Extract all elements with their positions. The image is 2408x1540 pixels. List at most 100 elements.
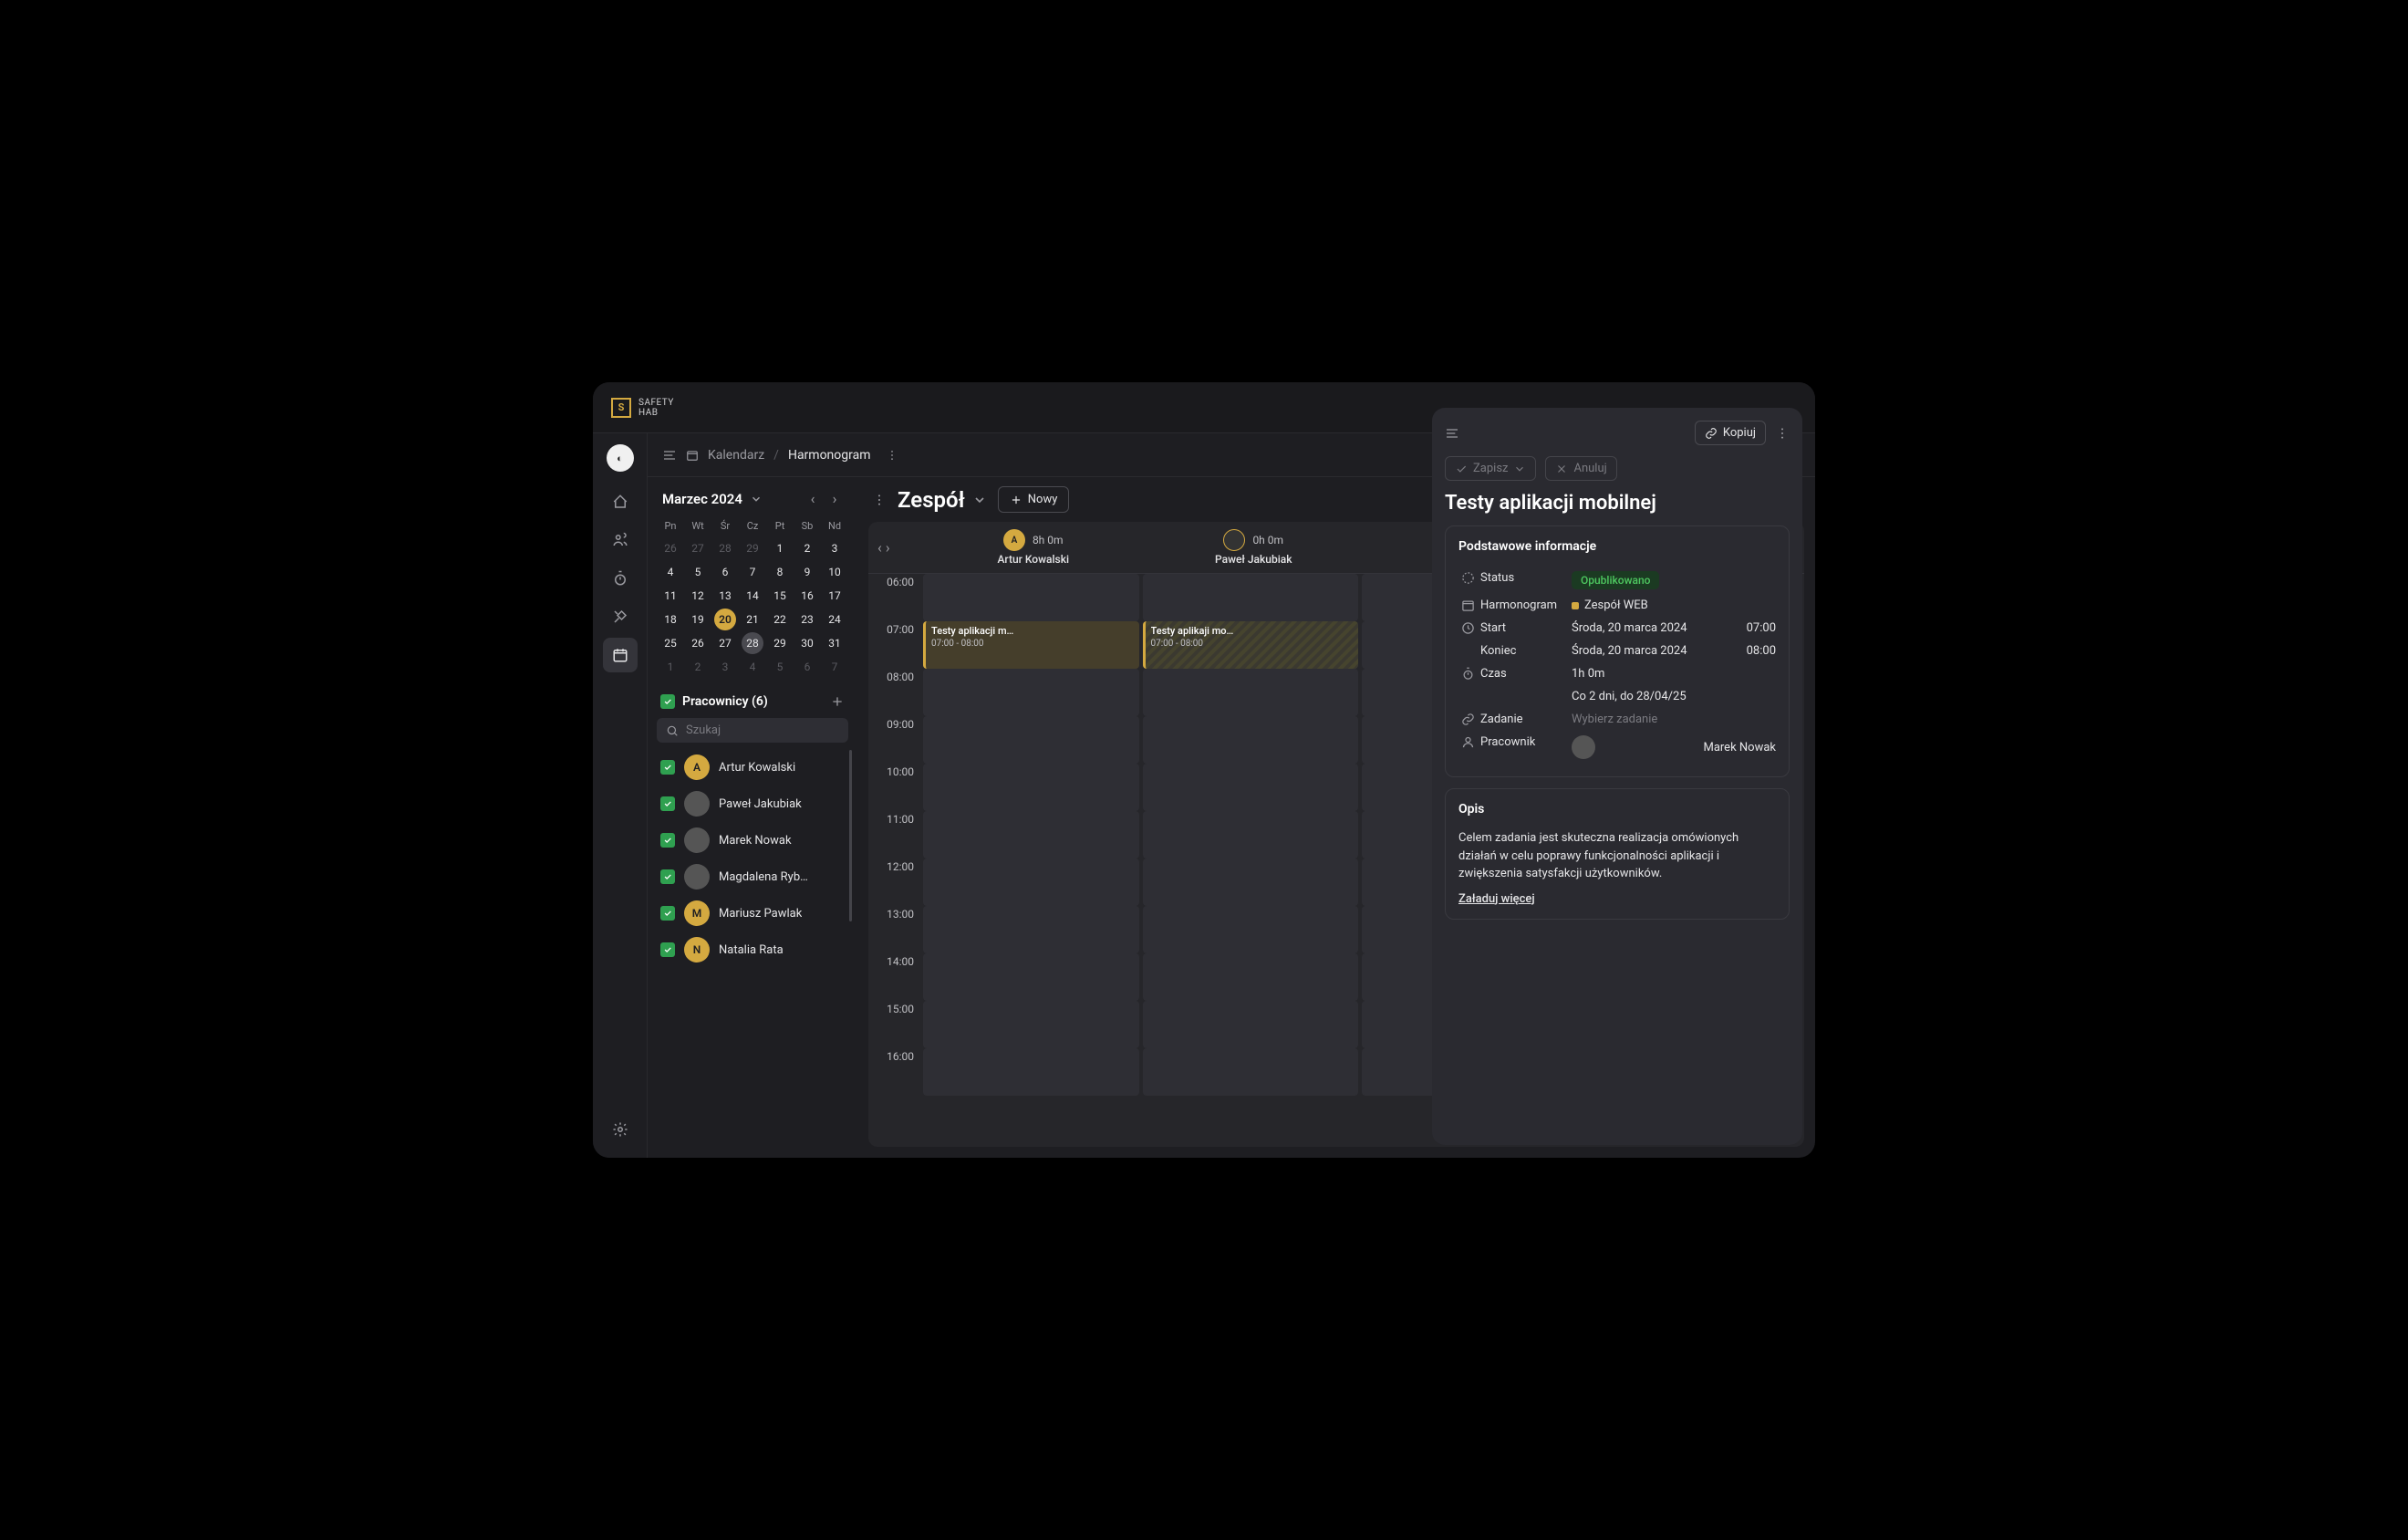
nav-tools-icon[interactable] (603, 599, 638, 634)
breadcrumb-item-1[interactable]: Kalendarz (708, 448, 764, 463)
calendar-day[interactable]: 7 (824, 656, 846, 678)
month-dropdown-icon[interactable] (750, 493, 763, 505)
time-cell[interactable] (1143, 1001, 1359, 1048)
time-cell[interactable] (923, 811, 1139, 858)
save-button[interactable]: Zapisz (1445, 456, 1536, 481)
calendar-day[interactable]: 3 (824, 537, 846, 559)
calendar-day[interactable]: 15 (769, 585, 791, 607)
time-cell[interactable] (1143, 574, 1359, 621)
task-placeholder[interactable]: Wybierz zadanie (1572, 713, 1776, 726)
time-cell[interactable] (923, 574, 1139, 621)
employee-checkbox[interactable] (660, 906, 675, 921)
calendar-day[interactable]: 13 (714, 585, 736, 607)
view-dropdown-icon[interactable] (972, 493, 987, 507)
employee-checkbox[interactable] (660, 833, 675, 848)
calendar-day[interactable]: 26 (659, 537, 681, 559)
calendar-day[interactable]: 24 (824, 609, 846, 630)
calendar-day[interactable]: 1 (659, 656, 681, 678)
employee-checkbox[interactable] (660, 869, 675, 884)
calendar-day[interactable]: 6 (796, 656, 818, 678)
calendar-day[interactable]: 5 (769, 656, 791, 678)
nav-settings-icon[interactable] (603, 1112, 638, 1147)
employee-checkbox[interactable] (660, 942, 675, 957)
calendar-day[interactable]: 28 (742, 632, 763, 654)
month-prev-icon[interactable]: ‹ (804, 490, 821, 507)
schedule-event[interactable]: Testy aplikacji m…07:00 - 08:00 (923, 621, 1139, 669)
employee-row[interactable]: Paweł Jakubiak (657, 786, 848, 821)
time-cell[interactable] (1143, 953, 1359, 1001)
nav-people-icon[interactable] (603, 523, 638, 557)
time-cell[interactable] (923, 953, 1139, 1001)
employee-row[interactable]: Magdalena Ryb… (657, 859, 848, 894)
panel-more-icon[interactable] (1775, 426, 1790, 441)
schedule-menu-icon[interactable] (872, 493, 887, 507)
cancel-button[interactable]: Anuluj (1545, 456, 1616, 481)
calendar-day[interactable]: 30 (796, 632, 818, 654)
nav-calendar-icon[interactable] (603, 638, 638, 672)
employee-row[interactable]: NNatalia Rata (657, 932, 848, 967)
nav-timer-icon[interactable] (603, 561, 638, 596)
time-cell[interactable] (923, 906, 1139, 953)
time-cell[interactable] (923, 858, 1139, 906)
schedule-event[interactable]: Testy aplikaji mo…07:00 - 08:00 (1143, 621, 1359, 669)
calendar-day[interactable]: 5 (687, 561, 709, 583)
employees-checkbox-all[interactable] (660, 694, 675, 709)
calendar-day[interactable]: 27 (687, 537, 709, 559)
time-cell[interactable] (923, 1001, 1139, 1048)
calendar-day[interactable]: 14 (742, 585, 763, 607)
employee-search-input[interactable] (686, 723, 839, 737)
calendar-day[interactable]: 25 (659, 632, 681, 654)
time-cell[interactable]: Testy aplikacji m…07:00 - 08:00 (923, 621, 1139, 669)
calendar-day[interactable]: 22 (769, 609, 791, 630)
new-button[interactable]: Nowy (998, 486, 1070, 513)
sidebar-toggle-icon[interactable] (662, 448, 677, 463)
time-cell[interactable] (923, 669, 1139, 716)
calendar-day[interactable]: 1 (769, 537, 791, 559)
calendar-day[interactable]: 6 (714, 561, 736, 583)
calendar-day[interactable]: 4 (742, 656, 763, 678)
calendar-day[interactable]: 4 (659, 561, 681, 583)
panel-collapse-icon[interactable] (1445, 426, 1459, 441)
nav-home-icon[interactable] (603, 484, 638, 519)
time-cell[interactable] (1143, 716, 1359, 764)
calendar-day[interactable]: 27 (714, 632, 736, 654)
calendar-day[interactable]: 18 (659, 609, 681, 630)
time-cell[interactable] (1143, 1048, 1359, 1096)
calendar-day[interactable]: 28 (714, 537, 736, 559)
calendar-day[interactable]: 17 (824, 585, 846, 607)
grid-prev-icon[interactable]: ‹ (877, 539, 882, 557)
time-cell[interactable] (923, 764, 1139, 811)
calendar-day[interactable]: 26 (687, 632, 709, 654)
time-cell[interactable]: Testy aplikaji mo…07:00 - 08:00 (1143, 621, 1359, 669)
time-cell[interactable] (1143, 669, 1359, 716)
employee-row[interactable]: Marek Nowak (657, 823, 848, 858)
employee-search[interactable] (657, 718, 848, 743)
calendar-day[interactable]: 29 (769, 632, 791, 654)
month-next-icon[interactable]: › (826, 490, 843, 507)
calendar-day[interactable]: 9 (796, 561, 818, 583)
time-cell[interactable] (1143, 906, 1359, 953)
time-cell[interactable] (1143, 764, 1359, 811)
employee-checkbox[interactable] (660, 796, 675, 811)
employee-checkbox[interactable] (660, 760, 675, 775)
time-cell[interactable] (923, 716, 1139, 764)
calendar-day[interactable]: 29 (742, 537, 763, 559)
time-cell[interactable] (1143, 811, 1359, 858)
calendar-day[interactable]: 11 (659, 585, 681, 607)
copy-button[interactable]: Kopiuj (1695, 421, 1766, 445)
calendar-day[interactable]: 3 (714, 656, 736, 678)
calendar-day[interactable]: 19 (687, 609, 709, 630)
employee-row[interactable]: AArtur Kowalski (657, 750, 848, 785)
add-employee-icon[interactable] (830, 694, 845, 709)
calendar-day[interactable]: 2 (687, 656, 709, 678)
calendar-day[interactable]: 8 (769, 561, 791, 583)
time-cell[interactable] (923, 1048, 1139, 1096)
calendar-day[interactable]: 31 (824, 632, 846, 654)
user-avatar[interactable]: ◐ (607, 444, 634, 472)
calendar-day[interactable]: 10 (824, 561, 846, 583)
calendar-day[interactable]: 12 (687, 585, 709, 607)
calendar-day[interactable]: 16 (796, 585, 818, 607)
time-cell[interactable] (1143, 858, 1359, 906)
employee-row[interactable]: MMariusz Pawlak (657, 896, 848, 931)
calendar-day[interactable]: 20 (714, 609, 736, 630)
